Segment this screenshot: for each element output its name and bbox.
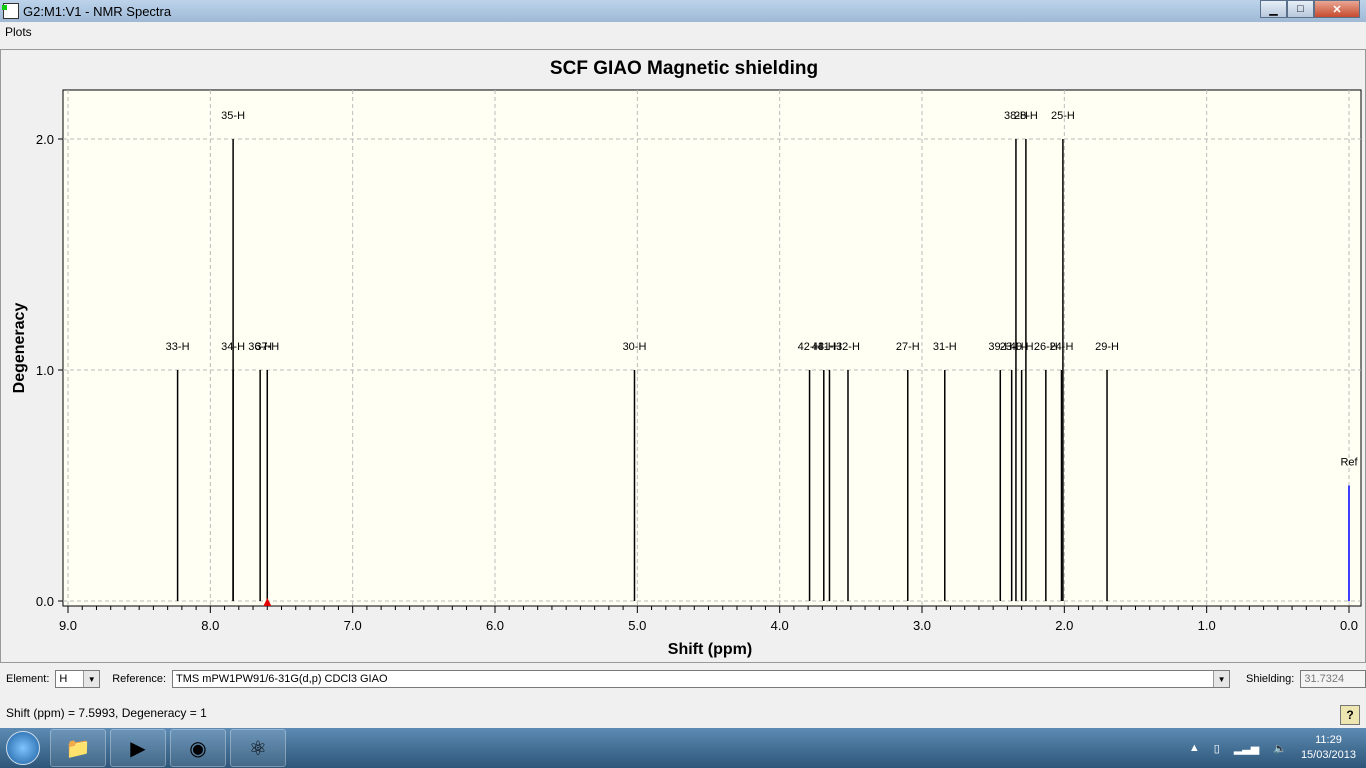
app-icon bbox=[2, 3, 19, 19]
gaussview-taskbar-icon[interactable]: ⚛ bbox=[230, 729, 286, 767]
volume-icon[interactable]: 🔈 bbox=[1273, 742, 1287, 755]
menu-bar: Plots bbox=[0, 22, 1366, 42]
x-tick-label: 2.0 bbox=[1055, 618, 1073, 633]
peak-label: 29-H bbox=[1095, 341, 1119, 353]
x-tick-label: 3.0 bbox=[913, 618, 931, 633]
x-tick-label: 7.0 bbox=[344, 618, 362, 633]
clock-date: 15/03/2013 bbox=[1300, 749, 1356, 761]
media-player-taskbar-icon[interactable]: ▶ bbox=[110, 729, 166, 767]
chevron-down-icon[interactable]: ▼ bbox=[83, 671, 100, 687]
reference-select[interactable]: TMS mPW1PW91/6-31G(d,p) CDCl3 GIAO ▼ bbox=[172, 670, 1231, 688]
reference-value: TMS mPW1PW91/6-31G(d,p) CDCl3 GIAO bbox=[176, 673, 388, 685]
status-text: Shift (ppm) = 7.5993, Degeneracy = 1 bbox=[6, 706, 207, 720]
x-tick-label: 8.0 bbox=[201, 618, 219, 633]
peak-label: 30-H bbox=[623, 341, 647, 353]
peak-label: 33-H bbox=[166, 341, 190, 353]
title-bar: G2:M1:V1 - NMR Spectra ▁ □ ✕ bbox=[0, 0, 1366, 22]
peak-label: 40-H bbox=[1010, 341, 1034, 353]
controls-bar: Element: H ▼ Reference: TMS mPW1PW91/6-31… bbox=[0, 667, 1366, 691]
shielding-label: Shielding: bbox=[1246, 673, 1295, 685]
minimize-button[interactable]: ▁ bbox=[1260, 0, 1287, 18]
start-button[interactable] bbox=[0, 728, 46, 768]
system-tray: ▲ ▯ ▂▃▅ 🔈 11:29 15/03/2013 bbox=[1189, 728, 1356, 768]
x-tick-label: 1.0 bbox=[1198, 618, 1216, 633]
x-tick-label: 0.0 bbox=[1340, 618, 1358, 633]
nmr-chart[interactable]: 9.0 8.0 7.0 6.0 5.0 4.0 3.0 2.0 1.0 0.0 0.0 1.0 2.0 S… bbox=[1, 50, 1366, 664]
chevron-down-icon[interactable]: ▼ bbox=[1213, 671, 1230, 687]
chrome-taskbar-icon[interactable]: ◉ bbox=[170, 729, 226, 767]
peak-label: 32-H bbox=[836, 341, 860, 353]
close-button[interactable]: ✕ bbox=[1314, 0, 1360, 18]
peak-label: 25-H bbox=[1051, 110, 1075, 122]
peak-label: 31-H bbox=[933, 341, 957, 353]
clock[interactable]: 11:29 15/03/2013 bbox=[1301, 733, 1356, 763]
shielding-value: 31.7324 bbox=[1304, 673, 1345, 685]
element-value: H bbox=[59, 673, 68, 685]
reference-label: Reference: bbox=[112, 673, 167, 685]
y-axis-label: Degeneracy bbox=[11, 303, 28, 394]
x-tick-label: 9.0 bbox=[59, 618, 77, 633]
chart-title: SCF GIAO Magnetic shielding bbox=[549, 58, 819, 79]
y-tick-label: 0.0 bbox=[36, 594, 54, 609]
x-tick-label: 5.0 bbox=[628, 618, 646, 633]
y-tick-label: 2.0 bbox=[36, 132, 54, 147]
signal-icon[interactable]: ▂▃▅ bbox=[1234, 742, 1259, 755]
plot-area[interactable]: 9.0 8.0 7.0 6.0 5.0 4.0 3.0 2.0 1.0 0.0 0.0 1.0 2.0 S… bbox=[0, 49, 1366, 663]
peak-label: 24-H bbox=[1050, 341, 1074, 353]
x-tick-label: 4.0 bbox=[771, 618, 789, 633]
peak-label: Ref bbox=[1340, 457, 1358, 469]
peak-label: 34-H bbox=[221, 341, 245, 353]
window-title: G2:M1:V1 - NMR Spectra bbox=[23, 3, 172, 19]
peak-label: 37-H bbox=[255, 341, 279, 353]
y-tick-label: 1.0 bbox=[36, 363, 54, 378]
battery-icon[interactable]: ▯ bbox=[1214, 742, 1220, 755]
x-tick-label: 6.0 bbox=[486, 618, 504, 633]
peak-label: 28-H bbox=[1014, 110, 1038, 122]
element-select[interactable]: H ▼ bbox=[55, 670, 101, 688]
taskbar: 📁 ▶ ◉ ⚛ ▲ ▯ ▂▃▅ 🔈 11:29 15/03/2013 bbox=[0, 728, 1366, 768]
shielding-field: 31.7324 bbox=[1300, 670, 1366, 688]
explorer-taskbar-icon[interactable]: 📁 bbox=[50, 729, 106, 767]
windows-logo-icon bbox=[6, 731, 40, 765]
clock-time: 11:29 bbox=[1315, 734, 1342, 746]
maximize-button[interactable]: □ bbox=[1287, 0, 1314, 18]
element-label: Element: bbox=[6, 673, 50, 685]
show-hidden-icons[interactable]: ▲ bbox=[1189, 742, 1200, 754]
menu-plots[interactable]: Plots bbox=[5, 25, 32, 39]
help-button[interactable]: ? bbox=[1340, 705, 1360, 725]
x-axis-label: Shift (ppm) bbox=[668, 641, 752, 658]
peak-label: 27-H bbox=[896, 341, 920, 353]
peak-label: 35-H bbox=[221, 110, 245, 122]
